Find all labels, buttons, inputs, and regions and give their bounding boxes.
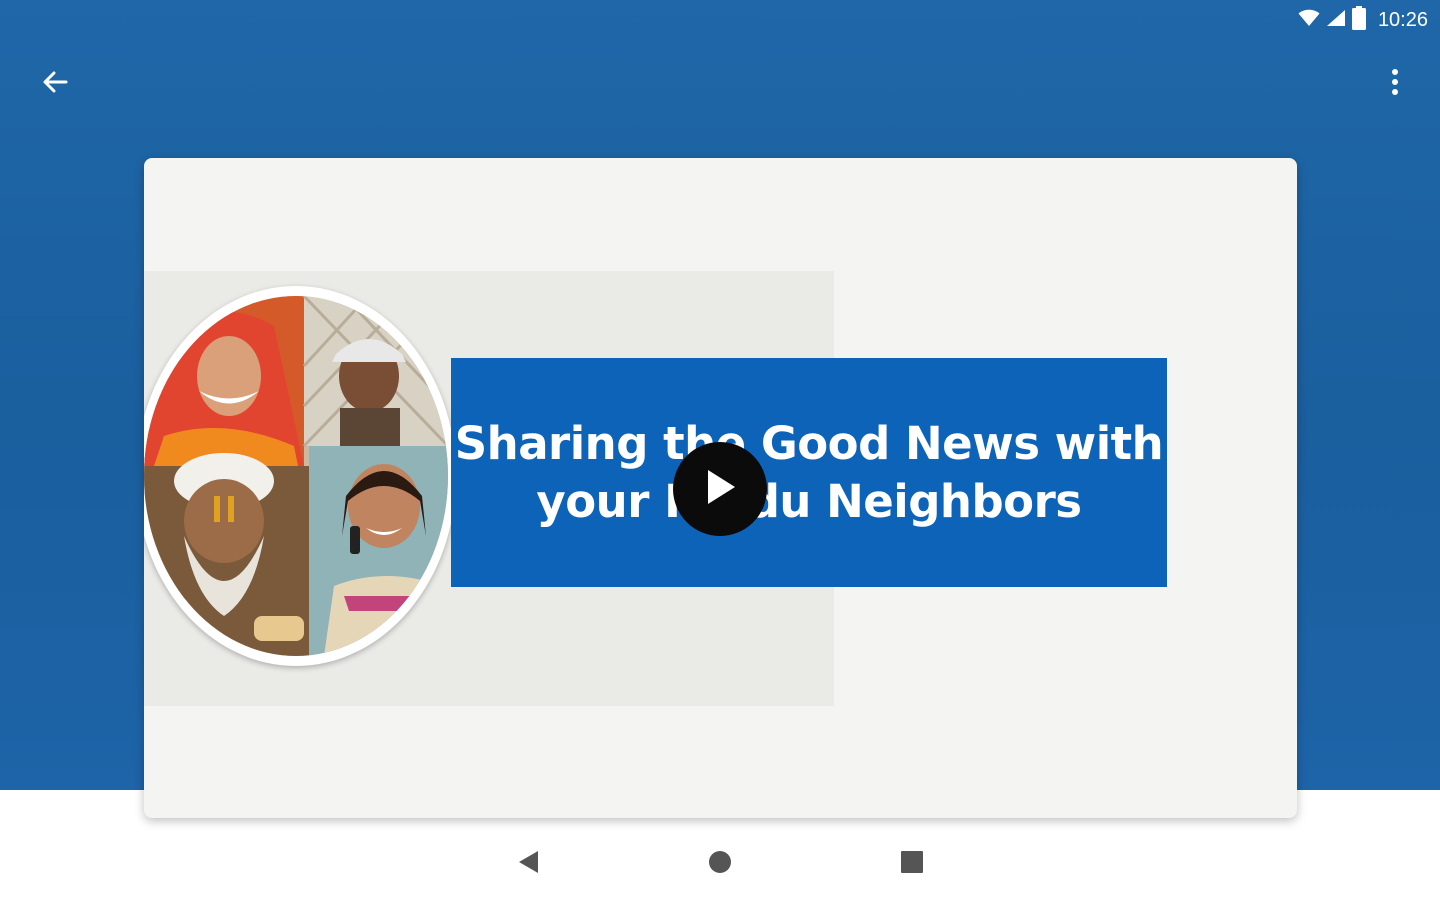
nav-recents-button[interactable] bbox=[888, 844, 936, 884]
play-icon bbox=[702, 467, 738, 511]
nav-home-button[interactable] bbox=[696, 844, 744, 884]
people-photo-collage bbox=[144, 286, 456, 666]
more-vert-icon bbox=[1390, 67, 1400, 101]
arrow-back-icon bbox=[40, 67, 70, 101]
nav-recents-icon bbox=[900, 850, 924, 878]
nav-home-icon bbox=[708, 850, 732, 878]
system-navigation-bar bbox=[0, 830, 1440, 900]
video-player-card[interactable]: Sharing the Good News with your Hindu Ne… bbox=[144, 158, 1297, 818]
video-title-banner: Sharing the Good News with your Hindu Ne… bbox=[451, 358, 1167, 587]
wifi-icon bbox=[1298, 9, 1320, 31]
status-time: 10:26 bbox=[1377, 8, 1428, 31]
battery-icon bbox=[1351, 6, 1366, 34]
status-icons: 10:26 bbox=[1298, 6, 1428, 34]
overflow-menu-button[interactable] bbox=[1367, 56, 1423, 112]
nav-back-button[interactable] bbox=[504, 844, 552, 884]
photo-collage-image bbox=[144, 296, 448, 656]
nav-back-icon bbox=[516, 849, 540, 879]
play-button[interactable] bbox=[673, 442, 767, 536]
status-bar: 10:26 bbox=[0, 0, 1440, 40]
video-title-line-1: Sharing the Good News with bbox=[454, 416, 1164, 470]
video-title-line-2: your Hindu Neighbors bbox=[536, 474, 1082, 528]
cell-signal-icon bbox=[1326, 9, 1346, 31]
back-button[interactable] bbox=[27, 56, 83, 112]
